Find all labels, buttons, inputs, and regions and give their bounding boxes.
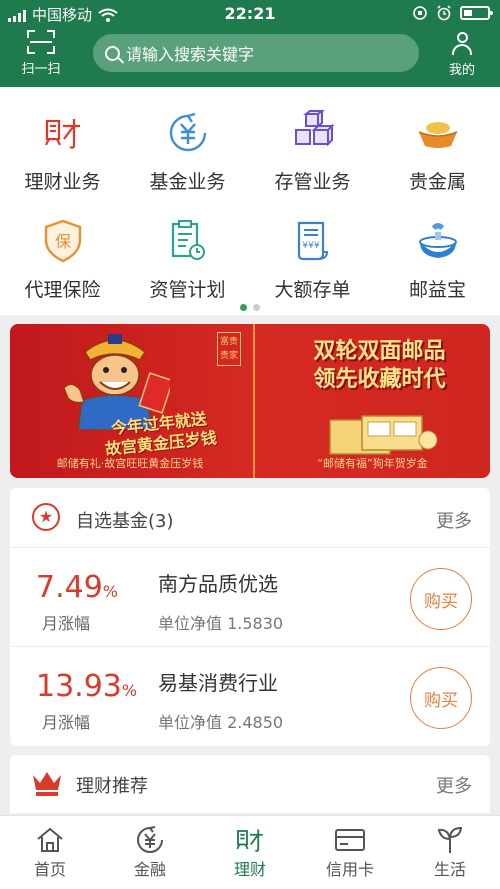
banner-right-title: 双轮双面邮品 领先收藏时代 — [313, 339, 446, 392]
recommend-card: 理财推荐 更多 — [10, 755, 490, 813]
service-label: 理财业务 — [24, 171, 101, 193]
fund-monthly-return: 13.93% — [36, 669, 138, 704]
search-icon — [105, 45, 120, 61]
service-label: 大额存单 — [274, 279, 351, 301]
buy-button[interactable]: 购买 — [410, 568, 472, 630]
fund-return-label: 月涨幅 — [42, 713, 91, 732]
service-wealth[interactable]: 理财业务 — [0, 109, 125, 194]
banner-left-subtitle: 邮储有礼·故宫旺旺黄金压岁钱 — [56, 457, 204, 470]
tab-label: 金融 — [133, 860, 166, 879]
promo-banner[interactable]: 富贵 贵家 今年过年就送 故宫黄金压岁钱 邮储有礼·故宫旺旺黄金压岁钱 双轮双面… — [10, 324, 490, 478]
fund-section-header: ★ 自选基金(3) 更多 — [10, 488, 490, 548]
wealth-tab-icon — [236, 829, 263, 852]
fund-more-link[interactable]: 更多 — [436, 507, 472, 533]
gold-ingot-icon — [414, 109, 462, 157]
tab-label: 信用卡 — [325, 860, 374, 879]
service-label: 资管计划 — [149, 279, 226, 301]
fund-name: 南方品质优选 — [158, 572, 278, 596]
tab-finance[interactable]: 金融 — [100, 816, 200, 889]
person-icon — [451, 32, 473, 56]
fund-monthly-return: 7.49% — [36, 570, 118, 605]
star-icon: ★ — [32, 503, 60, 531]
service-label: 邮益宝 — [408, 279, 466, 301]
fund-icon — [164, 109, 212, 157]
tab-life[interactable]: 生活 — [400, 816, 500, 889]
fund-name: 易基消费行业 — [158, 671, 278, 695]
custody-boxes-icon — [289, 109, 337, 157]
scan-icon — [27, 30, 55, 54]
fund-row[interactable]: 7.49% 月涨幅 南方品质优选 单位净值 1.5830 购买 — [10, 548, 490, 647]
service-asset-plan[interactable]: 资管计划 — [125, 217, 250, 302]
banner-right-subtitle: “邮储有福”狗年贺岁金 — [317, 457, 428, 470]
scan-button[interactable]: 扫一扫 — [12, 30, 70, 80]
orientation-lock-icon — [413, 6, 427, 20]
service-label: 基金业务 — [149, 171, 226, 193]
service-label: 贵金属 — [408, 171, 466, 193]
asset-plan-icon — [164, 217, 212, 265]
tab-wealth[interactable]: 理财 — [200, 816, 300, 889]
crown-icon — [33, 772, 61, 796]
service-precious-metal[interactable]: 贵金属 — [375, 109, 500, 194]
tab-home[interactable]: 首页 — [0, 816, 100, 889]
credit-card-icon — [335, 829, 365, 851]
page-indicator — [0, 304, 500, 311]
fund-nav: 单位净值 2.4850 — [158, 713, 284, 732]
svg-text:¥¥¥: ¥¥¥ — [302, 241, 319, 251]
mine-button[interactable]: 我的 — [442, 32, 482, 78]
insurance-shield-icon: 保 — [39, 217, 87, 265]
alarm-icon — [437, 5, 451, 21]
collectible-cards-image — [329, 415, 438, 455]
certificate-icon: ¥¥¥ — [289, 217, 337, 265]
recommend-more-link[interactable]: 更多 — [436, 772, 472, 798]
service-certificate[interactable]: ¥¥¥ 大额存单 — [250, 217, 375, 302]
fund-return-label: 月涨幅 — [42, 614, 91, 633]
buy-button[interactable]: 购买 — [410, 667, 472, 729]
tab-label: 首页 — [33, 860, 66, 879]
home-icon — [37, 827, 63, 852]
yiyibao-icon — [414, 217, 462, 265]
fund-section-title: 自选基金(3) — [76, 511, 174, 532]
watchlist-fund-card: ★ 自选基金(3) 更多 7.49% 月涨幅 南方品质优选 单位净值 1.583… — [10, 488, 490, 746]
service-custody[interactable]: 存管业务 — [250, 109, 375, 194]
app-header: 中国移动 22:21 扫一扫 请输入搜索关键字 我的 — [0, 0, 500, 87]
status-bar: 中国移动 22:21 — [0, 0, 500, 28]
scan-label: 扫一扫 — [21, 62, 61, 77]
bottom-tab-bar: 首页 金融 理财 信用卡 生活 — [0, 815, 500, 889]
fund-row[interactable]: 13.93% 月涨幅 易基消费行业 单位净值 2.4850 购买 — [10, 647, 490, 746]
search-input[interactable]: 请输入搜索关键字 — [93, 34, 419, 72]
svg-text:保: 保 — [54, 232, 70, 251]
palace-seal: 富贵 贵家 — [217, 332, 241, 366]
tab-label: 生活 — [433, 860, 466, 879]
service-fund[interactable]: 基金业务 — [125, 109, 250, 194]
service-yiyibao[interactable]: 邮益宝 — [375, 217, 500, 302]
wealth-icon — [39, 109, 87, 157]
battery-icon — [460, 6, 493, 20]
life-sprout-icon — [437, 826, 463, 853]
tab-label: 理财 — [233, 860, 266, 879]
service-label: 代理保险 — [24, 279, 101, 301]
search-placeholder: 请输入搜索关键字 — [126, 45, 255, 64]
service-label: 存管业务 — [274, 171, 351, 193]
mine-label: 我的 — [448, 63, 475, 78]
tab-credit-card[interactable]: 信用卡 — [300, 816, 400, 889]
recommend-title: 理财推荐 — [76, 776, 148, 797]
services-grid: 理财业务 基金业务 存管业务 贵金属 保 代理保险 资管计划 ¥¥¥ 大额存单 — [0, 87, 500, 315]
fund-nav: 单位净值 1.5830 — [158, 614, 284, 633]
service-insurance[interactable]: 保 代理保险 — [0, 217, 125, 302]
finance-yen-icon — [137, 826, 163, 853]
